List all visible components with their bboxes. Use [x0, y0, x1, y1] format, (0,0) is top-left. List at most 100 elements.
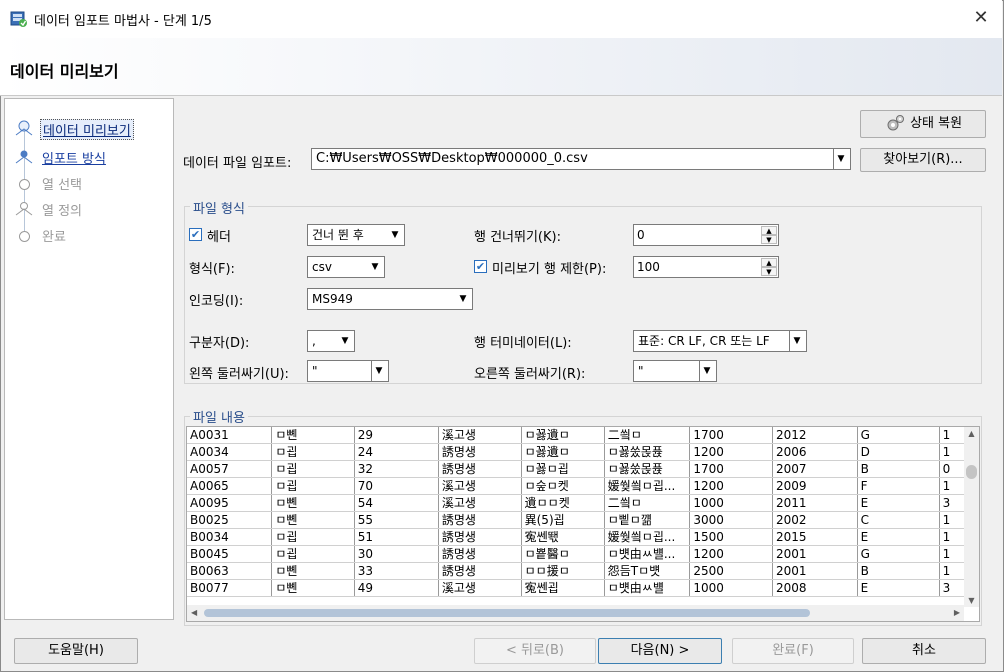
left-enclosure-combo[interactable]: " ▼	[307, 360, 389, 382]
table-cell: E	[857, 494, 940, 512]
table-row[interactable]: A0095 ㅁ뼨 54 溪고생 遺ㅁㅁ켓 二씤ㅁ 1000 2011 E 3	[187, 494, 979, 512]
nav-step-label: 완료	[42, 230, 66, 245]
delimiter-label: 구분자(D):	[189, 336, 250, 351]
close-icon[interactable]: ✕	[966, 4, 996, 32]
right-enclosure-label: 오른쪽 둘러싸기(R):	[474, 367, 586, 382]
left-enclosure-value: "	[312, 364, 318, 378]
app-icon	[10, 10, 28, 28]
next-button[interactable]: 다음(N) >	[598, 638, 722, 664]
page-title: 데이터 미리보기	[10, 62, 119, 81]
preview-limit-value: 100	[637, 260, 660, 274]
table-cell: ㅁ꾫쑸몭퓭	[604, 443, 691, 461]
browse-button[interactable]: 찾아보기(R)...	[860, 148, 986, 172]
increment-icon[interactable]: ▲	[761, 226, 777, 235]
step-circle-icon	[19, 179, 30, 190]
header-option-select[interactable]: 건너 뛴 후 ▼	[307, 224, 405, 246]
line-terminator-select[interactable]: 표준: CR LF, CR 또는 LF ▼	[633, 330, 807, 352]
table-cell: 2500	[689, 562, 774, 580]
chevron-down-icon[interactable]: ▼	[833, 149, 848, 169]
nav-step-label: 열 정의	[42, 204, 83, 219]
table-cell: 55	[354, 511, 439, 529]
chevron-down-icon: ▼	[699, 361, 714, 381]
table-cell: B0045	[187, 545, 273, 563]
table-cell: 2008	[772, 579, 858, 597]
header-checkbox[interactable]: ✔	[189, 228, 202, 241]
encoding-select[interactable]: MS949 ▼	[307, 288, 473, 310]
table-cell: 2006	[772, 443, 858, 461]
restore-state-button[interactable]: 상태 복원	[860, 110, 986, 138]
table-cell: ㅁㅁ援ㅁ	[521, 562, 605, 580]
decrement-icon[interactable]: ▼	[761, 235, 777, 244]
format-select[interactable]: csv ▼	[307, 256, 385, 278]
scroll-up-icon[interactable]: ▲	[964, 429, 979, 438]
decrement-icon[interactable]: ▼	[761, 267, 777, 276]
file-format-title: 파일 형식	[190, 198, 248, 217]
line-terminator-label: 행 터미네이터(L):	[474, 336, 572, 351]
table-cell: ㅁ숲ㅁ켓	[521, 477, 605, 495]
increment-icon[interactable]: ▲	[761, 258, 777, 267]
table-row[interactable]: B0077 ㅁ뼨 49 溪고생 寃쎈굅 ㅁ뱻由ㅆ뱰 1000 2008 E 3	[187, 579, 979, 597]
table-cell: C	[857, 511, 940, 529]
table-cell: 3000	[689, 511, 774, 529]
file-contents-title: 파일 내용	[190, 407, 248, 426]
table-cell: 29	[354, 427, 439, 444]
table-cell: 溪고생	[438, 427, 522, 444]
nav-step-label: 열 선택	[42, 178, 83, 193]
table-cell: 溪고생	[438, 579, 522, 597]
chevron-down-icon: ▼	[341, 336, 349, 346]
table-row[interactable]: B0034 ㅁ굅 51 誘명생 寃쎈뙋 媛쒖씤ㅁ굅... 1500 2015 E 1	[187, 528, 979, 546]
chevron-down-icon: ▼	[371, 361, 386, 381]
table-cell: ㅁ꾫쑸몭퓭	[604, 460, 691, 478]
cancel-button[interactable]: 취소	[862, 638, 986, 664]
preview-grid[interactable]: A0031 ㅁ뼨 29 溪고생 ㅁ꾫遺ㅁ 二씤ㅁ 1700 2012 G 1 A0034 ㅁ굅 24 誘명…	[186, 426, 980, 622]
table-cell: 溪고생	[438, 477, 522, 495]
file-import-label: 데이터 파일 임포트:	[183, 156, 292, 171]
scroll-down-icon[interactable]: ▼	[964, 596, 979, 605]
table-cell: 二씤ㅁ	[604, 427, 691, 444]
chevron-down-icon: ▼	[371, 262, 379, 272]
vertical-scrollbar[interactable]: ▲ ▼	[964, 427, 979, 607]
table-cell: ㅁ뼨	[271, 579, 355, 597]
preview-limit-stepper[interactable]: 100 ▲ ▼	[633, 256, 779, 278]
table-row[interactable]: A0065 ㅁ굅 70 溪고생 ㅁ숲ㅁ켓 媛쒖씤ㅁ굅... 1200 2009 F 1	[187, 477, 979, 495]
table-cell: 2007	[772, 460, 858, 478]
skip-rows-value: 0	[637, 228, 645, 242]
table-cell: 寃쎈굅	[521, 579, 605, 597]
table-cell: 1700	[689, 427, 774, 444]
step-navigator	[4, 98, 174, 620]
back-button[interactable]: < 뒤로(B)	[474, 638, 596, 664]
scroll-right-icon[interactable]: ▶	[954, 608, 960, 617]
chevron-down-icon: ▼	[459, 294, 467, 304]
delimiter-select[interactable]: , ▼	[307, 330, 355, 352]
finish-button[interactable]: 완료(F)	[732, 638, 854, 664]
table-cell: 異(5)굅	[521, 511, 605, 529]
table-row[interactable]: B0025 ㅁ뼨 55 誘명생 異(5)굅 ㅁ삩ㅁ꺪 3000 2002 C 1	[187, 511, 979, 529]
scroll-left-icon[interactable]: ◀	[191, 608, 197, 617]
table-row[interactable]: A0034 ㅁ굅 24 誘명생 ㅁ꾫遺ㅁ ㅁ꾫쑸몭퓭 1200 2006 D 1	[187, 443, 979, 461]
table-cell: 誘명생	[438, 562, 522, 580]
skip-rows-stepper[interactable]: 0 ▲ ▼	[633, 224, 779, 246]
table-cell: F	[857, 477, 940, 495]
left-enclosure-label: 왼쪽 둘러싸기(U):	[189, 367, 289, 382]
current-step-icon	[14, 120, 34, 136]
table-cell: ㅁ뼨	[271, 511, 355, 529]
preview-limit-checkbox[interactable]: ✔	[474, 260, 487, 273]
right-enclosure-combo[interactable]: " ▼	[633, 360, 717, 382]
horizontal-scroll-thumb[interactable]	[204, 609, 810, 617]
preview-limit-label: 미리보기 행 제한(P):	[492, 262, 607, 277]
table-cell: 51	[354, 528, 439, 546]
table-row[interactable]: B0045 ㅁ굅 30 誘명생 ㅁ뿉醫ㅁ ㅁ뱻由ㅆ뱰... 1200 2001 G 1	[187, 545, 979, 563]
table-row[interactable]: B0063 ㅁ뼨 33 誘명생 ㅁㅁ援ㅁ 怨듬Tㅁ뱻 2500 2001 B 1	[187, 562, 979, 580]
table-cell: E	[857, 579, 940, 597]
table-cell: E	[857, 528, 940, 546]
vertical-scroll-thumb[interactable]	[966, 465, 977, 479]
line-terminator-value: 표준: CR LF, CR 또는 LF	[638, 334, 770, 348]
table-cell: B0063	[187, 562, 273, 580]
table-cell: 49	[354, 579, 439, 597]
help-button[interactable]: 도움말(H)	[14, 638, 138, 664]
table-row[interactable]: A0057 ㅁ굅 32 誘명생 ㅁ꾫ㅁ굅 ㅁ꾫쑸몭퓭 1700 2007 B 0	[187, 460, 979, 478]
table-row[interactable]: A0031 ㅁ뼨 29 溪고생 ㅁ꾫遺ㅁ 二씤ㅁ 1700 2012 G 1	[187, 427, 979, 444]
table-cell: 誘명생	[438, 443, 522, 461]
file-path-combo[interactable]: C:₩Users₩OSS₩Desktop₩000000_0.csv ▼	[311, 148, 851, 170]
table-cell: A0065	[187, 477, 273, 495]
